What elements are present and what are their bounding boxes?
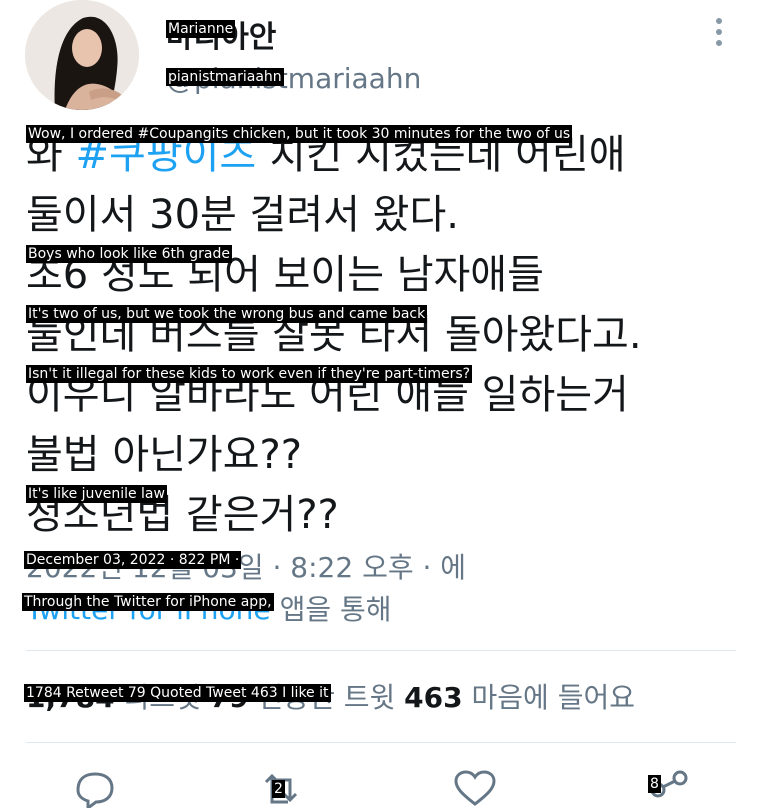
tweet-line-6: 불법 아닌가요??	[26, 432, 302, 478]
avatar[interactable]	[25, 0, 139, 110]
avatar-photo	[25, 0, 139, 110]
caption-line-2: Boys who look like 6th grade	[26, 245, 233, 263]
caption-action-2: 2	[272, 780, 285, 798]
caption-line-4: Isn't it illegal for these kids to work …	[26, 365, 473, 383]
more-vertical-icon[interactable]	[712, 18, 726, 50]
reply-icon[interactable]	[72, 768, 118, 811]
heart-icon[interactable]	[452, 768, 498, 808]
caption-stats: 1784 Retweet 79 Quoted Tweet 463 I like …	[24, 684, 331, 702]
like-count[interactable]: 463	[404, 681, 462, 714]
caption-source: Through the Twitter for iPhone app,	[22, 593, 274, 611]
caption-line-5: It's like juvenile law	[26, 485, 167, 503]
caption-action-8: 8	[648, 775, 661, 793]
divider	[26, 650, 736, 651]
like-label[interactable]: 마음에 들어요	[472, 681, 635, 714]
source-rest: 앱을 통해	[270, 593, 392, 626]
caption-name: Marianne	[166, 20, 236, 38]
tweet-line-2: 둘이서 30분 걸려서 왔다.	[26, 192, 459, 238]
divider	[26, 742, 736, 743]
caption-timestamp: December 03, 2022 · 822 PM ·	[24, 551, 242, 569]
caption-line-1: Wow, I ordered #Coupangits chicken, but …	[26, 125, 573, 143]
caption-line-3: It's two of us, but we took the wrong bu…	[26, 305, 428, 323]
caption-handle: pianistmariaahn	[166, 68, 284, 86]
